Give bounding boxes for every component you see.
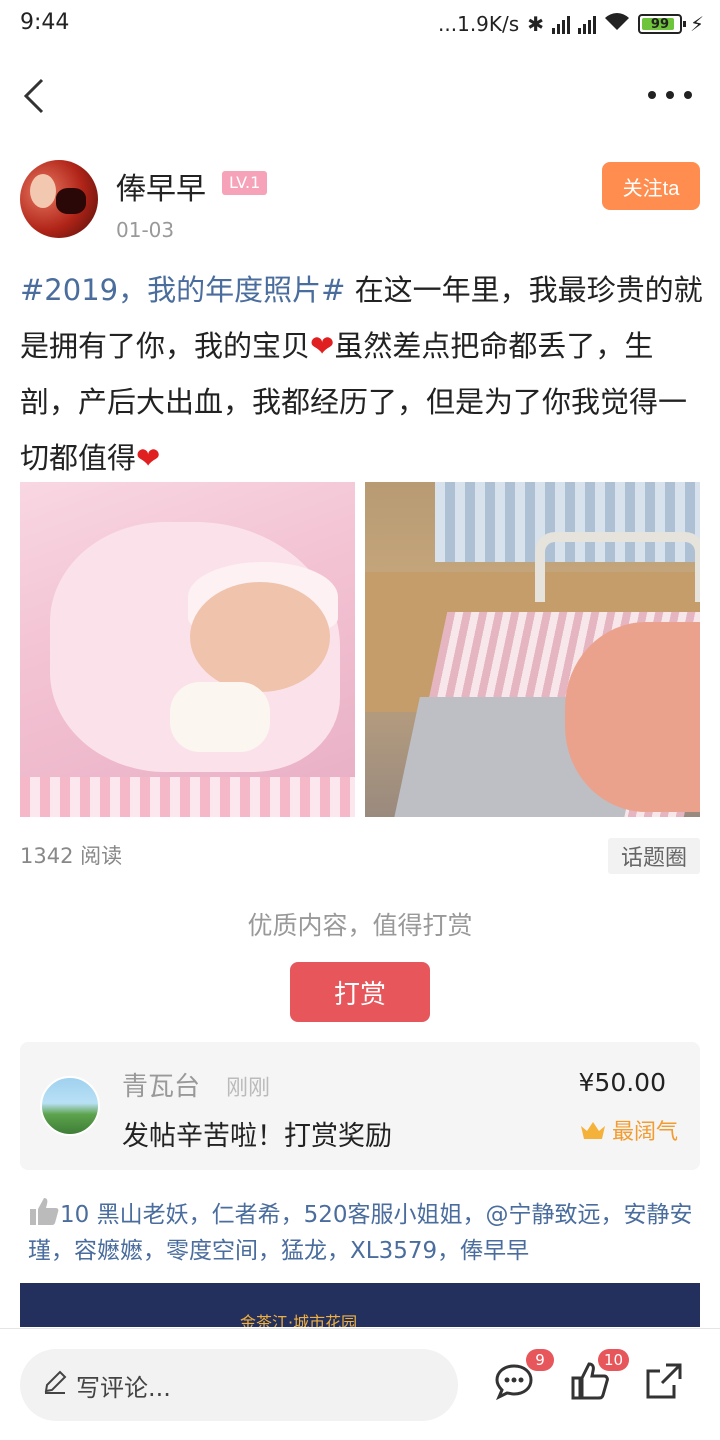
likers-list: 10 黑山老妖，仁者希，520客服小姐姐，@宁静致远，安静安瑾，容嬷嬷，零度空间… [28,1196,694,1269]
battery-icon: 99 [637,14,686,34]
rewarder-name[interactable]: 青瓦台 [122,1066,200,1103]
post-content: #2019，我的年度照片# 在这一年里，我最珍贵的就是拥有了你，我的宝贝❤虽然差… [20,262,704,486]
post-date: 01-03 [116,218,175,242]
back-icon[interactable] [18,76,58,116]
bottom-bar: 写评论... 9 10 [0,1328,720,1440]
nav-bar [0,60,720,132]
badge-label: 最阔气 [611,1120,678,1145]
author-avatar[interactable] [20,160,98,238]
battery-level: 99 [650,16,669,32]
comment-placeholder: 写评论... [76,1373,171,1402]
read-count: 1342 阅读 [20,844,123,868]
more-icon[interactable] [648,80,696,110]
charging-icon: ⚡ [689,12,704,36]
post-image-baby[interactable] [20,482,355,817]
comment-input[interactable]: 写评论... [20,1349,458,1421]
pencil-icon [42,1369,68,1401]
status-time: 9:44 [20,10,70,35]
topic-circle-button[interactable]: 话题圈 [608,838,700,874]
like-count-badge: 10 [598,1349,630,1371]
status-bar: 9:44 ...1.9K/s ✱ 99 ⚡ [0,0,720,50]
topic-tag[interactable]: #2019，我的年度照片# [20,273,345,307]
thumbs-up-icon [28,1196,60,1226]
avatar[interactable] [40,1076,100,1136]
bluetooth-icon: ✱ [527,12,544,36]
network-speed: ...1.9K/s [438,12,520,36]
signal-hd-icon [577,14,596,34]
top-reward-badge: 最阔气 [580,1114,678,1146]
reward-time: 刚刚 [226,1076,271,1101]
wifi-icon [604,12,630,37]
post-image-hospital[interactable] [365,482,700,817]
author-name[interactable]: 俸早早 [116,164,206,208]
status-indicators: ...1.9K/s ✱ 99 ⚡ [438,10,704,38]
comment-count-badge: 9 [526,1349,554,1371]
reward-message: 发帖辛苦啦！打赏奖励 [122,1121,392,1152]
banner-text: 金茶江·城市花园 [240,1313,358,1327]
follow-button[interactable]: 关注ta [602,162,700,210]
liker-names[interactable]: 黑山老妖，仁者希，520客服小姐姐，@宁静致远，安静安瑾，容嬷嬷，零度空间，猛龙… [28,1202,693,1264]
signal-icon [551,14,570,34]
heart-icon: ❤ [310,329,335,363]
reward-record: 青瓦台 刚刚 发帖辛苦啦！打赏奖励 ¥50.00 最阔气 [20,1042,700,1170]
heart-icon: ❤ [136,441,161,475]
reward-amount: ¥50.00 [578,1068,666,1097]
ad-banner[interactable]: 金茶江·城市花园 [20,1283,700,1327]
reward-hint: 优质内容，值得打赏 [247,911,473,940]
like-count: 10 [60,1202,90,1228]
level-badge: LV.1 [222,171,268,195]
crown-icon [580,1120,606,1140]
share-icon[interactable] [644,1361,684,1401]
reward-button[interactable]: 打赏 [290,962,430,1022]
